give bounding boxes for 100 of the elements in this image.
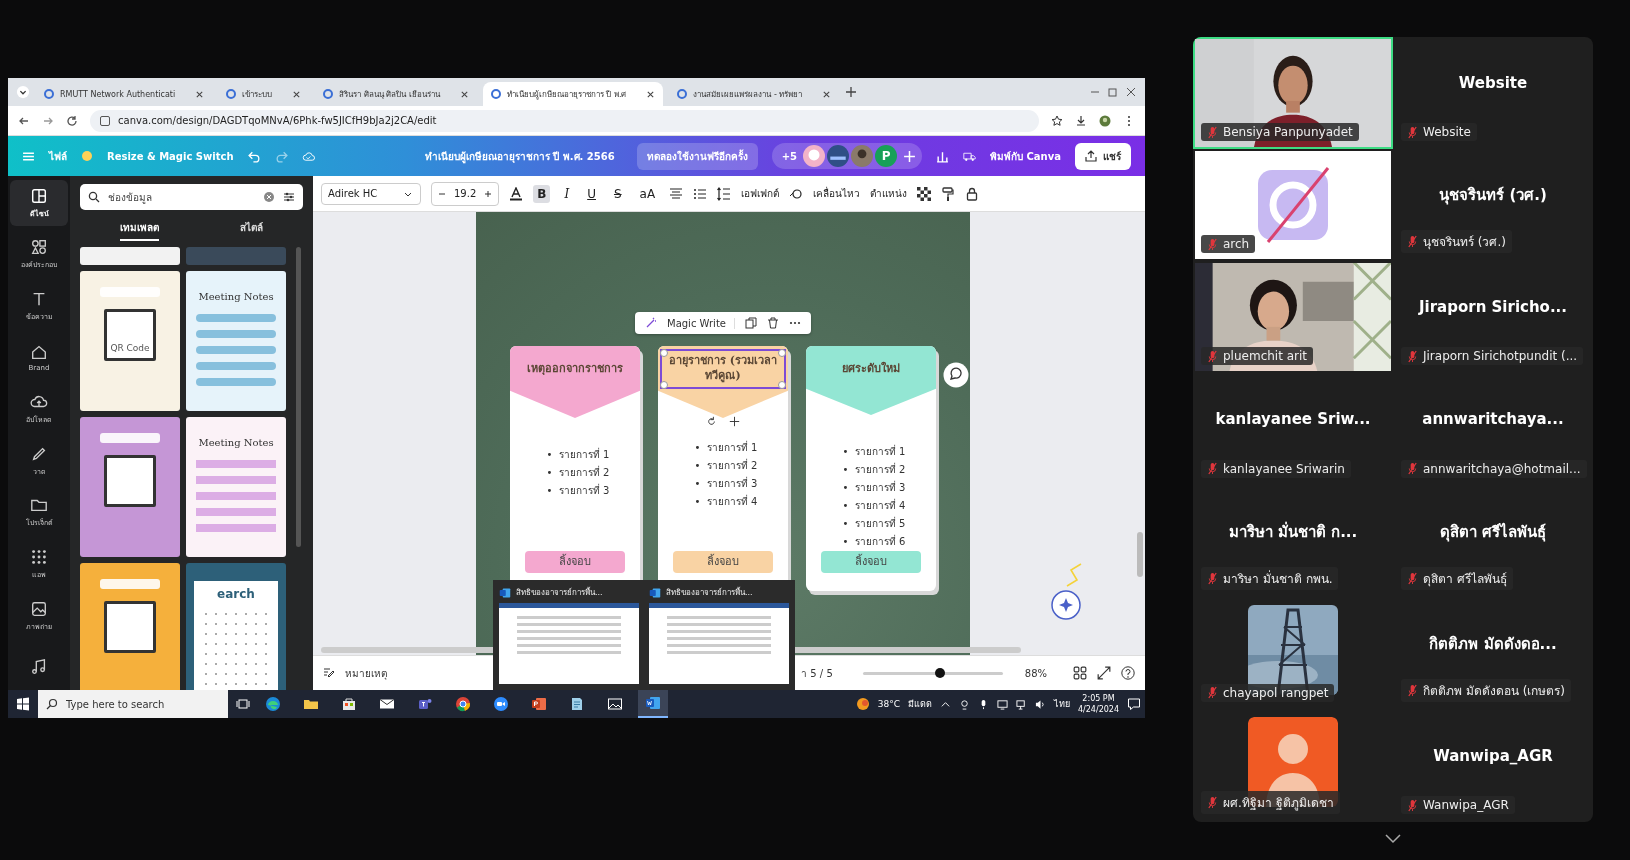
site-settings-icon[interactable]: [100, 115, 110, 126]
sparkle-icon[interactable]: [1051, 590, 1081, 620]
input-language[interactable]: ไทย: [1053, 697, 1070, 711]
notification-icon[interactable]: [1127, 697, 1141, 711]
window-title[interactable]: สิทธิของอาจารย์การพื้น...: [516, 586, 603, 599]
browser-tab[interactable]: เข้าระบบ: [218, 82, 310, 106]
participant-tile[interactable]: Website Website: [1393, 37, 1593, 150]
selection-frame[interactable]: อายุราชการ (รวมเวลาทวีคูณ): [660, 349, 786, 389]
add-comment-icon[interactable]: [943, 362, 969, 388]
notes-button[interactable]: หมายเหตุ: [345, 665, 387, 681]
card-title[interactable]: เหตุออกจากราชการ: [527, 361, 623, 377]
taskbar-search-field[interactable]: Type here to search: [38, 690, 228, 718]
undo-icon[interactable]: [247, 149, 261, 163]
address-bar[interactable]: canva.com/design/DAGDTqoMNvA/6Phk-fw5JICfH9bJa2j2CA/edit: [90, 109, 1039, 132]
display-icon[interactable]: [996, 698, 1008, 710]
collaborator-avatar[interactable]: [827, 145, 850, 167]
document-thumbnail[interactable]: [649, 603, 789, 684]
participant-tile[interactable]: ดุสิตา ศรีไลพันธุ์ ดุสิตา ศรีไลพันธุ์: [1393, 485, 1593, 598]
card-button[interactable]: ลิ้งจอบ: [525, 551, 625, 573]
panel-tab[interactable]: เทมเพลต: [120, 220, 160, 241]
zoom-slider[interactable]: [862, 671, 1003, 675]
lock-icon[interactable]: [965, 186, 980, 201]
windows-start-icon[interactable]: [16, 697, 30, 711]
move-icon[interactable]: [727, 414, 742, 429]
paint-roller-icon[interactable]: [941, 186, 956, 201]
text-color-icon[interactable]: [509, 186, 524, 201]
slider-thumb[interactable]: [934, 667, 945, 678]
download-icon[interactable]: [1075, 114, 1087, 127]
new-tab-icon[interactable]: [845, 86, 858, 98]
add-icon[interactable]: [903, 149, 917, 163]
template-thumbnail[interactable]: [80, 247, 180, 265]
collaborator-avatar[interactable]: [851, 145, 874, 167]
browser-tab[interactable]: สิรินรา ศิลนนุ ศิลปิน เยือนร่าน: [315, 82, 477, 106]
grid-view-icon[interactable]: [1073, 666, 1087, 680]
restore-icon[interactable]: [1107, 86, 1119, 98]
participant-tile[interactable]: นุชจรินทร์ (วศ.) นุชจรินทร์ (วศ.): [1393, 149, 1593, 262]
participant-tile[interactable]: Wanwipa_AGR Wanwipa_AGR: [1393, 709, 1593, 822]
participant-tile[interactable]: มาริษา มั่นชาติ ก... มาริษา มั่นชาติ กพน.: [1193, 485, 1393, 598]
clock-date[interactable]: 4/24/2024: [1077, 704, 1119, 715]
clear-icon[interactable]: [263, 191, 275, 203]
format-button[interactable]: S: [609, 184, 626, 203]
card-title[interactable]: ยศระดับใหม่: [842, 361, 900, 377]
scrollbar[interactable]: [1137, 532, 1143, 577]
collaborator-count[interactable]: +5: [777, 150, 802, 162]
template-thumbnail[interactable]: [80, 563, 180, 690]
participant-tile[interactable]: กิตติภพ มัดดังดอ... กิตติภพ มัดดังดอน (เกษตร): [1393, 597, 1593, 710]
resize-handle[interactable]: [778, 381, 786, 389]
zoom-value[interactable]: 88%: [1024, 667, 1047, 679]
template-thumbnail[interactable]: [80, 417, 180, 557]
notes-icon[interactable]: [323, 667, 335, 679]
clock-time[interactable]: 2:05 PM: [1082, 693, 1115, 704]
copy-icon[interactable]: [745, 317, 757, 329]
participant-tile[interactable]: arch: [1193, 149, 1393, 262]
scrollbar[interactable]: [296, 247, 301, 547]
dropdown-icon[interactable]: [16, 85, 30, 99]
format-button[interactable]: I: [560, 184, 574, 203]
transparency-icon[interactable]: [917, 186, 932, 201]
window-title[interactable]: สิทธิของอาจารย์การพื้น...: [666, 586, 753, 599]
bullet-list-icon[interactable]: [693, 186, 708, 201]
chevron-down-icon[interactable]: [1385, 834, 1401, 844]
design-title[interactable]: ทำเนียบผู้เกษียณอายุราชการ ปี พ.ศ. 2566: [424, 148, 615, 164]
close-icon[interactable]: [1125, 86, 1137, 98]
align-center-icon[interactable]: [669, 186, 684, 201]
template-thumbnail[interactable]: earch: [186, 563, 286, 690]
participant-tile[interactable]: chayapol rangpet: [1193, 597, 1393, 710]
resize-handle[interactable]: [660, 381, 668, 389]
resize-handle[interactable]: [778, 349, 786, 357]
search-field[interactable]: ช่องข้อมูล: [80, 184, 303, 210]
bar-chart-icon[interactable]: [936, 149, 950, 163]
resize-handle[interactable]: [660, 349, 668, 357]
page-indicator[interactable]: า 5 / 5: [801, 665, 833, 681]
close-icon[interactable]: [822, 89, 832, 99]
participant-tile[interactable]: pluemchit arit: [1193, 261, 1393, 374]
share-button[interactable]: แชร์: [1075, 142, 1131, 170]
network-icon[interactable]: [1015, 698, 1027, 710]
participant-tile[interactable]: annwaritchaya... annwaritchaya@hotmail...: [1393, 373, 1593, 486]
template-thumbnail[interactable]: Meeting Notes: [186, 271, 286, 411]
format-button[interactable]: U: [583, 184, 600, 203]
trial-button[interactable]: ทดลองใช้งานฟรีอีกครั้ง: [636, 142, 758, 170]
participant-tile[interactable]: Jiraporn Siricho... Jiraporn Sirichotpundit (...: [1393, 261, 1593, 374]
close-icon[interactable]: [195, 89, 205, 99]
help-icon[interactable]: [1121, 666, 1135, 680]
filter-icon[interactable]: [283, 191, 295, 203]
template-thumbnail[interactable]: QR Code: [80, 271, 180, 411]
line-spacing-icon[interactable]: [717, 186, 732, 201]
template-thumbnail[interactable]: Meeting Notes: [186, 417, 286, 557]
format-button[interactable]: aA: [635, 184, 660, 203]
reload-icon[interactable]: [66, 114, 78, 127]
format-button[interactable]: B: [533, 184, 551, 203]
print-button[interactable]: พิมพ์กับ Canva: [990, 148, 1061, 164]
card-button[interactable]: ลิ้งจอบ: [673, 551, 773, 573]
collaborator-avatar[interactable]: [803, 145, 826, 167]
magic-write-button[interactable]: Magic Write: [667, 317, 735, 329]
trash-icon[interactable]: [767, 317, 779, 329]
position-button[interactable]: ตำแหน่ง: [870, 186, 908, 201]
participant-tile[interactable]: ผศ.ทิฐิมา ฐิติภูมิเดชา: [1193, 709, 1393, 822]
font-size-field[interactable]: 19.2: [454, 188, 477, 199]
close-icon[interactable]: [292, 89, 302, 99]
fullscreen-icon[interactable]: [1097, 666, 1111, 680]
panel-tab[interactable]: สไตล์: [239, 220, 263, 241]
